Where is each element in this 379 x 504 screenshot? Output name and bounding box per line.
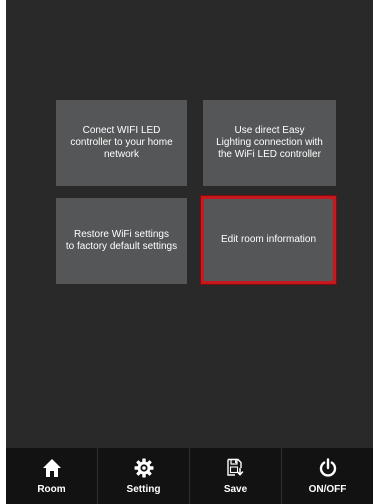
edit-room-information-tile[interactable]: Edit room information: [201, 196, 336, 284]
nav-room-label: Room: [37, 484, 66, 495]
edit-room-information-label: Edit room information: [220, 234, 317, 245]
nav-save-button[interactable]: Save: [190, 448, 282, 504]
power-icon: [315, 455, 341, 481]
restore-factory-settings-tile[interactable]: Restore WiFi settings to factory default…: [56, 198, 187, 284]
app-screen: Conect WIFI LED controller to your home …: [6, 0, 373, 504]
nav-setting-button[interactable]: Setting: [98, 448, 190, 504]
restore-factory-settings-label: Restore WiFi settings to factory default…: [65, 229, 178, 252]
save-icon: [223, 455, 249, 481]
connect-home-network-label: Conect WIFI LED controller to your home …: [70, 125, 173, 160]
nav-save-label: Save: [223, 484, 248, 495]
bottom-navigation-bar: Room Setting Save ON/OFF: [6, 448, 373, 504]
nav-power-button[interactable]: ON/OFF: [282, 448, 373, 504]
connect-home-network-tile[interactable]: Conect WIFI LED controller to your home …: [56, 100, 187, 186]
nav-room-button[interactable]: Room: [6, 448, 98, 504]
home-icon: [39, 455, 65, 481]
direct-connection-tile[interactable]: Use direct Easy Lighting connection with…: [203, 100, 336, 186]
nav-setting-label: Setting: [126, 484, 161, 495]
gear-icon: [131, 455, 157, 481]
nav-power-label: ON/OFF: [308, 484, 347, 495]
direct-connection-label: Use direct Easy Lighting connection with…: [216, 125, 323, 160]
